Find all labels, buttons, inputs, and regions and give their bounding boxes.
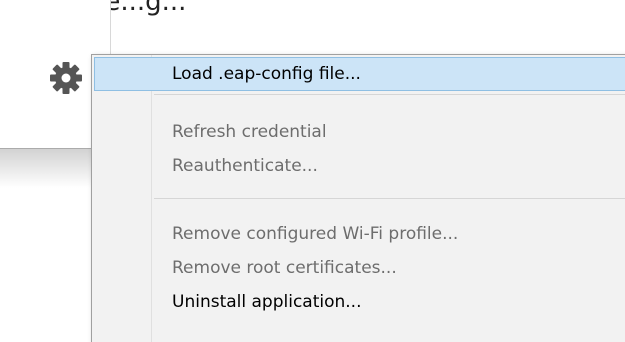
menu-separator [154,94,625,95]
gear-icon[interactable] [48,60,84,96]
menu-item-load-eap-config[interactable]: Load .eap-config file... [94,57,625,91]
menu-item-refresh-credential[interactable]: Refresh credential [94,115,625,149]
menu-item-remove-wifi-profile[interactable]: Remove configured Wi-Fi profile... [94,217,625,251]
menu-item-uninstall-application[interactable]: Uninstall application... [94,285,625,319]
app-window: „ ... ...,pe...g... Load .eap-config fil… [0,0,625,342]
menu-separator [154,198,625,199]
menu-item-reauthenticate[interactable]: Reauthenticate... [94,149,625,183]
context-menu: Load .eap-config file... Refresh credent… [91,54,625,342]
menu-item-remove-root-certificates[interactable]: Remove root certificates... [94,251,625,285]
